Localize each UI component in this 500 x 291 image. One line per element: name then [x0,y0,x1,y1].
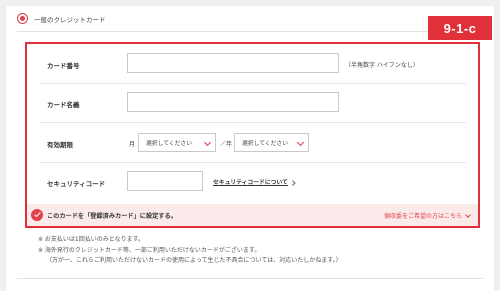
payment-notes: ※ お支払いは1回払いのみとなります。 ※ 海外発行のクレジットカード等、一部ご… [38,235,342,267]
radio-button[interactable] [17,13,28,24]
row-divider [39,162,466,163]
step-badge: 9-1-c [428,16,492,40]
note-item: （万が一、これらご利用いただけないカードの使用によって生じた不具合については、対… [46,257,342,264]
chevron-right-icon [290,179,296,185]
row-divider [39,83,466,84]
radio-selected-dot [20,16,25,21]
checkbox-checked[interactable] [31,209,43,221]
register-card-label: このカードを「登録済みカード」に設定する。 [47,213,177,220]
security-code-label: セキュリティコード [47,180,106,188]
credit-card-option[interactable]: 一般のクレジットカード [17,13,106,24]
divider [17,31,483,32]
chevron-down-icon [296,138,305,147]
chevron-down-icon [465,211,471,218]
card-number-label: カード番号 [47,62,80,70]
check-icon [33,210,41,218]
expiry-label: 有効期限 [47,141,73,149]
card-name-input[interactable] [127,92,339,112]
year-select[interactable]: 選択してください [234,133,309,152]
card-number-input[interactable] [127,53,339,73]
month-select[interactable]: 選択してください [138,133,216,152]
date-separator: ／年 [220,139,232,148]
card-form: カード番号 （半角数字 ハイフンなし） カード名義 有効期限 月 選択してくださ… [25,42,480,228]
security-code-help-text[interactable]: セキュリティコードについて [213,180,288,186]
divider [17,278,483,279]
card-name-label: カード名義 [47,101,80,109]
card-number-hint: （半角数字 ハイフンなし） [345,62,419,69]
credit-card-option-label: 一般のクレジットカード [34,15,106,24]
chevron-down-icon [203,138,212,147]
note-item: ※ 海外発行のクレジットカード等、一部ご利用いただけないカードがございます。 [38,246,261,254]
register-card-bar[interactable]: このカードを「登録済みカード」に設定する。 個収委をご希望の方はこちら [27,204,478,226]
note-item: ※ お支払いは1回払いのみとなります。 [38,236,144,243]
month-select-value: 選択してください [146,141,193,147]
security-code-input[interactable] [127,171,203,191]
month-label: 月 [129,141,136,148]
security-code-help-link[interactable]: セキュリティコードについて [213,177,296,186]
notice-link[interactable]: 個収委をご希望の方はこちら [384,211,471,220]
year-select-value: 選択してください [242,141,289,147]
year-label: 年 [226,141,233,148]
row-divider [39,122,466,123]
notice-link-text[interactable]: 個収委をご希望の方はこちら [384,211,462,220]
